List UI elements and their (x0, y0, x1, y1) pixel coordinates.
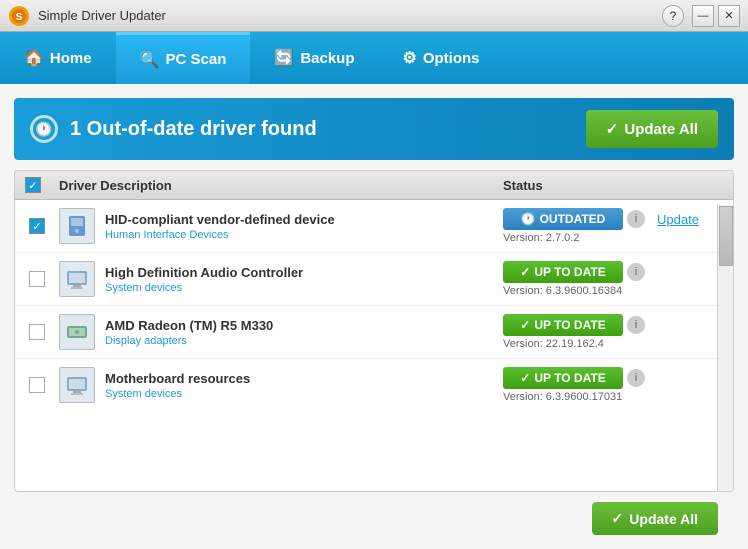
row4-info: Motherboard resources System devices (105, 371, 493, 400)
table-row: Motherboard resources System devices ✓ U… (15, 359, 733, 411)
row3-icon (59, 314, 95, 350)
table-row: ✓ HID-compliant vendor-defined device Hu… (15, 200, 733, 253)
update-all-checkmark: ✓ (606, 120, 619, 138)
banner-text: 1 Out-of-date driver found (70, 118, 317, 141)
row3-info-icon[interactable]: i (627, 316, 645, 334)
close-button[interactable]: ✕ (718, 5, 740, 27)
nav-pcscan[interactable]: 🔍 PC Scan (116, 32, 251, 84)
help-button[interactable]: ? (662, 5, 684, 27)
row2-status-area: ✓ UP TO DATE i Version: 6.3.9600.16384 (503, 261, 723, 297)
row4-name: Motherboard resources (105, 371, 493, 386)
row1-status-area: 🕐 OUTDATED i Update Version: 2.7.0.2 (503, 208, 723, 244)
row4-status-badge: ✓ UP TO DATE (503, 367, 623, 389)
uptodate-icon4: ✓ (520, 371, 530, 385)
nav-backup[interactable]: 🔄 Backup (250, 32, 378, 84)
row1-info-icon[interactable]: i (627, 210, 645, 228)
backup-icon: 🔄 (274, 48, 294, 68)
row2-name: High Definition Audio Controller (105, 265, 493, 280)
row3-name: AMD Radeon (TM) R5 M330 (105, 318, 493, 333)
nav-backup-label: Backup (300, 50, 354, 67)
row4-category: System devices (105, 388, 493, 400)
window-controls: — ✕ (692, 5, 740, 27)
banner-left: 🕐 1 Out-of-date driver found (30, 115, 317, 143)
table-row: High Definition Audio Controller System … (15, 253, 733, 306)
row1-version: Version: 2.7.0.2 (503, 232, 723, 244)
scrollbar-track[interactable] (717, 205, 733, 491)
row2-category: System devices (105, 282, 493, 294)
row3-status-badge: ✓ UP TO DATE (503, 314, 623, 336)
row3-category: Display adapters (105, 335, 493, 347)
row1-checkbox-cell: ✓ (25, 218, 49, 234)
col-status-header: Status (503, 178, 723, 193)
row3-checkbox[interactable] (29, 324, 45, 340)
row3-status-label: UP TO DATE (534, 318, 605, 332)
pcscan-icon: 🔍 (140, 50, 160, 70)
nav-bar: 🏠 Home 🔍 PC Scan 🔄 Backup ⚙ Options (0, 32, 748, 84)
scrollbar-thumb[interactable] (719, 206, 733, 266)
row2-status-badge: ✓ UP TO DATE (503, 261, 623, 283)
row2-icon (59, 261, 95, 297)
row4-version: Version: 6.3.9600.17031 (503, 391, 723, 403)
row2-info: High Definition Audio Controller System … (105, 265, 493, 294)
row2-checkbox[interactable] (29, 271, 45, 287)
driver-rows: ✓ HID-compliant vendor-defined device Hu… (15, 200, 733, 411)
title-bar: S Simple Driver Updater ? — ✕ (0, 0, 748, 32)
main-content: 🕐 1 Out-of-date driver found ✓ Update Al… (0, 84, 748, 549)
row4-status-label: UP TO DATE (534, 371, 605, 385)
nav-options[interactable]: ⚙ Options (379, 32, 504, 84)
uptodate-icon2: ✓ (520, 265, 530, 279)
bottom-update-all-button[interactable]: ✓ Update All (592, 502, 718, 535)
home-icon: 🏠 (24, 48, 44, 68)
row1-info: HID-compliant vendor-defined device Huma… (105, 212, 493, 241)
row1-update-link[interactable]: Update (657, 212, 699, 227)
row1-icon (59, 208, 95, 244)
table-header: ✓ Driver Description Status (15, 171, 733, 200)
nav-options-label: Options (423, 50, 480, 67)
row1-status-label: OUTDATED (540, 212, 606, 226)
row1-name: HID-compliant vendor-defined device (105, 212, 493, 227)
bottom-checkmark-icon: ✓ (612, 510, 624, 527)
app-logo: S (8, 5, 30, 27)
header-checkbox[interactable]: ✓ (25, 177, 41, 193)
nav-home[interactable]: 🏠 Home (0, 32, 116, 84)
bottom-update-all-label: Update All (629, 511, 698, 527)
options-icon: ⚙ (403, 48, 417, 68)
update-all-label: Update All (624, 121, 698, 138)
minimize-button[interactable]: — (692, 5, 714, 27)
row1-checkbox[interactable]: ✓ (29, 218, 45, 234)
nav-home-label: Home (50, 50, 92, 67)
row3-status-area: ✓ UP TO DATE i Version: 22.19.162.4 (503, 314, 723, 350)
row2-status-label: UP TO DATE (534, 265, 605, 279)
row2-version: Version: 6.3.9600.16384 (503, 285, 723, 297)
row4-status-area: ✓ UP TO DATE i Version: 6.3.9600.17031 (503, 367, 723, 403)
col-description-header: Driver Description (59, 178, 493, 193)
row1-category: Human Interface Devices (105, 229, 493, 241)
row4-info-icon[interactable]: i (627, 369, 645, 387)
svg-text:S: S (16, 12, 23, 23)
uptodate-icon3: ✓ (520, 318, 530, 332)
row2-info-icon[interactable]: i (627, 263, 645, 281)
nav-pcscan-label: PC Scan (166, 51, 227, 68)
row4-checkbox-cell (25, 377, 49, 393)
row3-info: AMD Radeon (TM) R5 M330 Display adapters (105, 318, 493, 347)
driver-table: ✓ Driver Description Status ✓ HID-compli… (14, 170, 734, 492)
row2-checkbox-cell (25, 271, 49, 287)
clock-icon: 🕐 (30, 115, 58, 143)
row3-status-row: ✓ UP TO DATE i (503, 314, 723, 336)
update-all-button[interactable]: ✓ Update All (586, 110, 718, 148)
row1-status-row: 🕐 OUTDATED i Update (503, 208, 723, 230)
row4-checkbox[interactable] (29, 377, 45, 393)
table-row: AMD Radeon (TM) R5 M330 Display adapters… (15, 306, 733, 359)
outdated-icon: 🕐 (521, 212, 536, 226)
row3-checkbox-cell (25, 324, 49, 340)
header-banner: 🕐 1 Out-of-date driver found ✓ Update Al… (14, 98, 734, 160)
row4-status-row: ✓ UP TO DATE i (503, 367, 723, 389)
header-checkbox-cell: ✓ (25, 177, 49, 193)
row4-icon (59, 367, 95, 403)
bottom-bar: ✓ Update All (14, 502, 734, 535)
row3-version: Version: 22.19.162.4 (503, 338, 723, 350)
window-title: Simple Driver Updater (38, 8, 662, 23)
row2-status-row: ✓ UP TO DATE i (503, 261, 723, 283)
row1-status-badge: 🕐 OUTDATED (503, 208, 623, 230)
